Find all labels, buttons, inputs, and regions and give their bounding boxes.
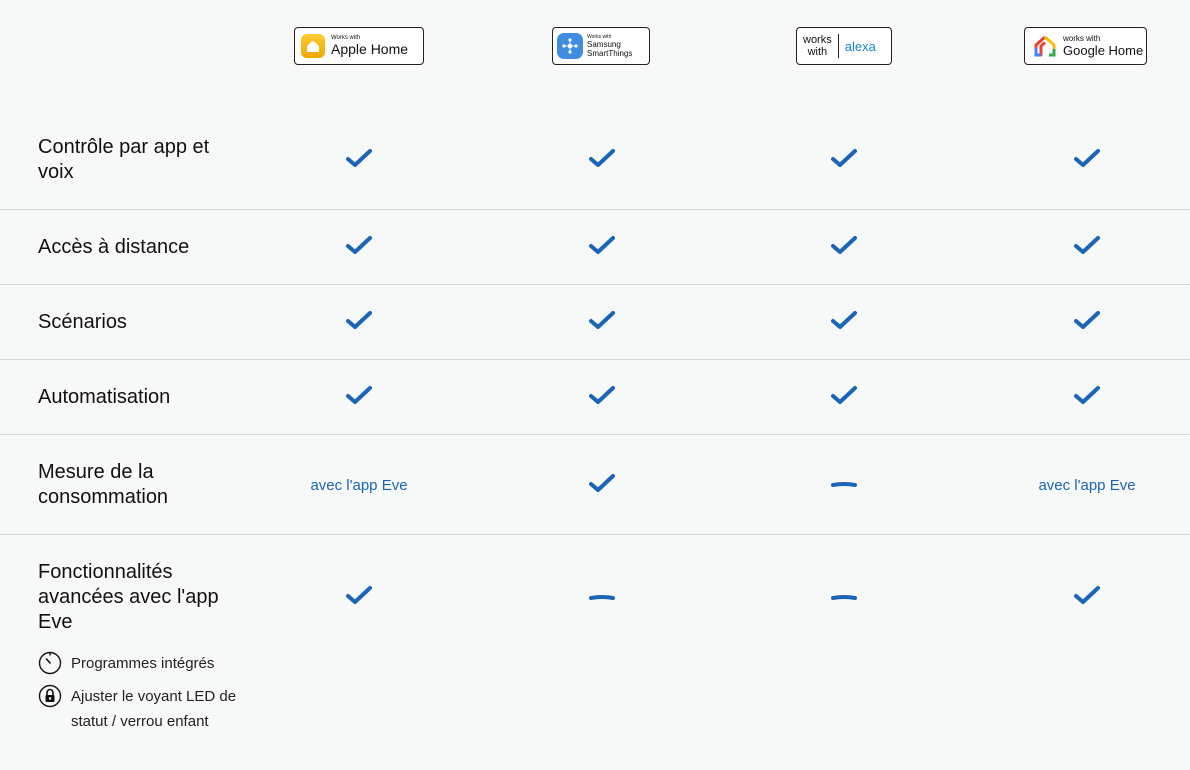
advanced-feature-item: Programmes intégrés bbox=[38, 651, 258, 676]
value-cell: avec l'app Eve bbox=[259, 435, 459, 535]
value-cell bbox=[744, 110, 944, 210]
apple-home-icon bbox=[301, 34, 325, 58]
checkmark-icon bbox=[589, 384, 615, 411]
smartthings-badge-line2: SmartThings bbox=[587, 49, 633, 58]
advanced-feature-item: Ajuster le voyant LED de statut / verrou… bbox=[38, 684, 258, 759]
feature-label: Automatisation bbox=[38, 386, 171, 408]
value-cell bbox=[987, 110, 1187, 210]
value-cell bbox=[987, 210, 1187, 285]
value-cell bbox=[744, 360, 944, 435]
compatibility-header: Works with Apple Home Works with Samsung bbox=[0, 0, 1190, 110]
dash-icon bbox=[831, 476, 857, 494]
checkmark-icon bbox=[831, 234, 857, 261]
smartthings-badge-line1: Samsung bbox=[587, 40, 621, 49]
checkmark-icon bbox=[1074, 234, 1100, 261]
apple-badge-big: Apple Home bbox=[331, 41, 409, 57]
eve-app-link[interactable]: avec l'app Eve bbox=[310, 477, 407, 494]
alexa-badge: works with alexa bbox=[796, 27, 892, 65]
checkmark-icon bbox=[589, 234, 615, 261]
value-cell bbox=[259, 535, 459, 660]
value-cell bbox=[502, 435, 702, 535]
checkmark-icon bbox=[1074, 147, 1100, 174]
lock-icon bbox=[38, 684, 62, 708]
checkmark-icon bbox=[1074, 384, 1100, 411]
checkmark-icon bbox=[831, 384, 857, 411]
feature-row: Contrôle par app et voix bbox=[0, 110, 1190, 210]
feature-row: Fonctionnalités avancées avec l'app Eve … bbox=[0, 535, 1190, 770]
checkmark-icon bbox=[346, 309, 372, 336]
feature-label: Fonctionnalités avancées avec l'app Eve bbox=[38, 561, 219, 633]
checkmark-icon bbox=[831, 147, 857, 174]
value-cell bbox=[259, 360, 459, 435]
value-cell bbox=[987, 285, 1187, 360]
checkmark-icon bbox=[346, 584, 372, 611]
checkmark-icon bbox=[589, 309, 615, 336]
value-cell bbox=[502, 360, 702, 435]
google-home-badge: works with Google Home bbox=[1024, 27, 1147, 65]
value-cell bbox=[259, 110, 459, 210]
feature-label: Accès à distance bbox=[38, 236, 190, 258]
value-cell bbox=[259, 210, 459, 285]
feature-label: Contrôle par app et voix bbox=[38, 136, 210, 183]
value-cell bbox=[744, 535, 944, 660]
value-cell bbox=[502, 210, 702, 285]
value-cell bbox=[502, 285, 702, 360]
alexa-works-line1: works bbox=[803, 34, 832, 46]
checkmark-icon bbox=[346, 234, 372, 261]
value-cell bbox=[987, 360, 1187, 435]
google-badge-small: works with bbox=[1063, 34, 1101, 43]
checkmark-icon bbox=[346, 384, 372, 411]
feature-row: Mesure de la consommation avec l'app Eve… bbox=[0, 435, 1190, 535]
comparison-page: Works with Apple Home Works with Samsung bbox=[0, 0, 1190, 770]
checkmark-icon bbox=[589, 147, 615, 174]
checkmark-icon bbox=[1074, 584, 1100, 611]
feature-row: Accès à distance bbox=[0, 210, 1190, 285]
dash-icon bbox=[831, 589, 857, 607]
checkmark-icon bbox=[831, 309, 857, 336]
advanced-feature-text: Ajuster le voyant LED de statut / verrou… bbox=[71, 688, 237, 730]
feature-label: Scénarios bbox=[38, 311, 127, 333]
value-cell bbox=[502, 535, 702, 660]
alexa-logo-text: alexa bbox=[844, 38, 876, 54]
checkmark-icon bbox=[346, 147, 372, 174]
smartthings-badge: Works with Samsung SmartThings bbox=[552, 27, 650, 65]
value-cell bbox=[987, 535, 1187, 660]
google-badge-big: Google Home bbox=[1063, 43, 1144, 58]
value-cell bbox=[502, 110, 702, 210]
feature-row: Scénarios bbox=[0, 285, 1190, 360]
value-cell bbox=[259, 285, 459, 360]
advanced-feature-text: Programmes intégrés bbox=[71, 655, 215, 672]
apple-home-badge: Works with Apple Home bbox=[294, 27, 424, 65]
checkmark-icon bbox=[1074, 309, 1100, 336]
alexa-works-with: works with bbox=[803, 34, 839, 58]
value-cell bbox=[744, 285, 944, 360]
timer-icon bbox=[38, 651, 62, 675]
feature-row: Automatisation bbox=[0, 360, 1190, 435]
value-cell: avec l'app Eve bbox=[987, 435, 1187, 535]
eve-app-link[interactable]: avec l'app Eve bbox=[1038, 477, 1135, 494]
google-home-icon bbox=[1033, 34, 1057, 58]
smartthings-icon bbox=[557, 33, 583, 59]
alexa-works-line2: with bbox=[807, 46, 828, 58]
dash-icon bbox=[589, 589, 615, 607]
value-cell bbox=[744, 435, 944, 535]
value-cell bbox=[744, 210, 944, 285]
feature-label: Mesure de la consommation bbox=[38, 461, 169, 508]
checkmark-icon bbox=[589, 472, 615, 499]
